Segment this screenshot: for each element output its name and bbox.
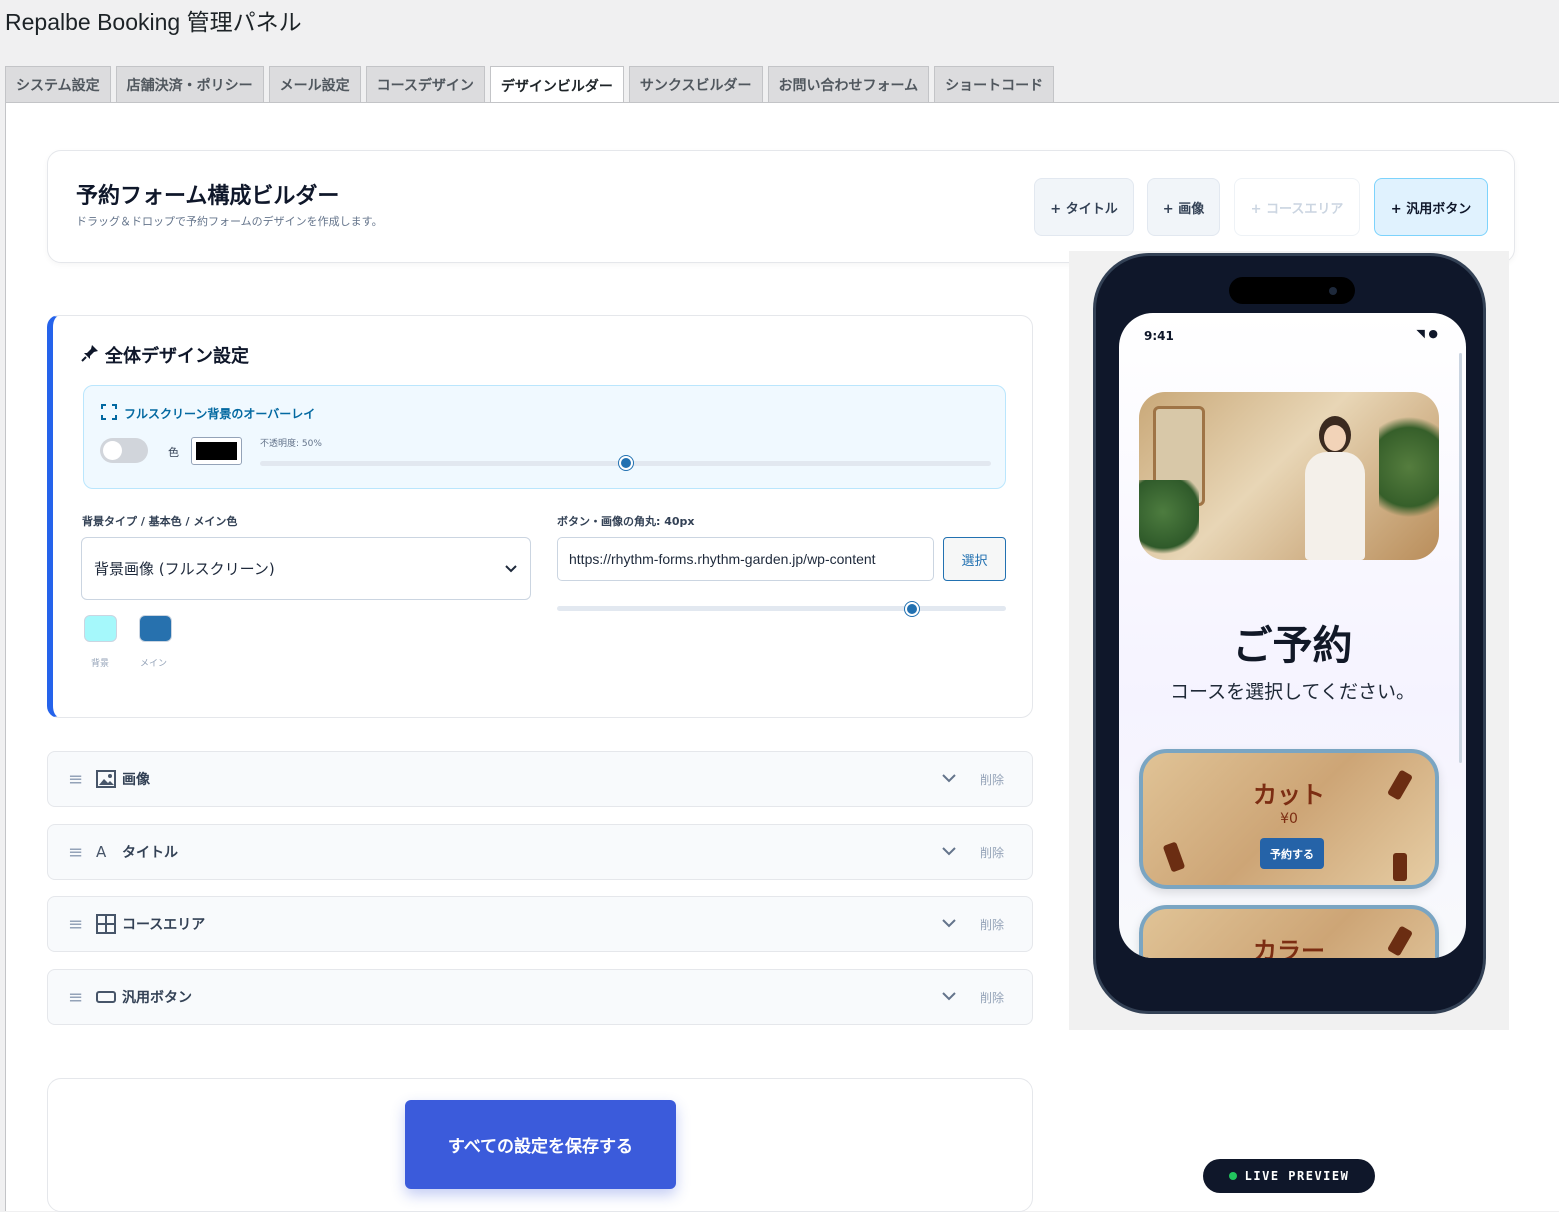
drag-handle-icon[interactable]: ≡ — [68, 987, 83, 1008]
bottle-shape — [1393, 853, 1407, 881]
block-label: タイトル — [122, 845, 178, 861]
tab-store-payment[interactable]: 店舗決済・ポリシー — [115, 66, 264, 103]
overlay-panel: フルスクリーン背景のオーバーレイ 色 不透明度: 50% — [83, 385, 1006, 489]
block-label: 汎用ボタン — [122, 990, 192, 1006]
overlay-color-label: 色 — [168, 446, 179, 459]
page-title: Repalbe Booking 管理パネル — [5, 9, 302, 35]
background-type-select[interactable]: 背景画像 (フルスクリーン) — [81, 537, 531, 600]
person-body — [1305, 452, 1365, 560]
background-type-value: 背景画像 (フルスクリーン) — [94, 560, 275, 578]
overlay-title-label: フルスクリーン背景のオーバーレイ — [124, 407, 316, 421]
chevron-down-icon — [504, 560, 518, 578]
add-generic-button[interactable]: + 汎用ボタン — [1374, 178, 1488, 236]
live-preview-badge: LIVE PREVIEW — [1203, 1159, 1375, 1193]
overlay-color-swatch — [196, 442, 237, 460]
course-price: ¥0 — [1280, 811, 1298, 827]
live-dot-icon — [1228, 1172, 1237, 1180]
opacity-slider-thumb[interactable] — [618, 456, 633, 470]
live-preview-label: LIVE PREVIEW — [1244, 1169, 1350, 1183]
text-icon: A — [96, 843, 107, 861]
radius-slider-track[interactable] — [557, 606, 1006, 611]
chevron-down-icon[interactable] — [941, 845, 957, 860]
drag-handle-icon[interactable]: ≡ — [68, 842, 83, 863]
course-card[interactable]: カラー — [1139, 905, 1439, 958]
bottle-shape — [1162, 841, 1186, 873]
booking-heading: ご予約 — [1232, 622, 1353, 669]
builder-title: 予約フォーム構成ビルダー — [76, 184, 340, 209]
global-design-settings: 全体デザイン設定 フルスクリーン背景のオーバーレイ 色 不透明度: 50% 背景… — [47, 315, 1033, 718]
design-settings-title: 全体デザイン設定 — [81, 342, 249, 368]
course-name: カラー — [1253, 937, 1325, 958]
course-name: カット — [1253, 781, 1325, 809]
drag-handle-icon[interactable]: ≡ — [68, 769, 83, 790]
tab-bar: システム設定 店舗決済・ポリシー メール設定 コースデザイン デザインビルダー … — [5, 66, 1055, 104]
save-area: すべての設定を保存する — [47, 1078, 1033, 1212]
tab-thanks-builder[interactable]: サンクスビルダー — [628, 66, 763, 103]
tab-mail[interactable]: メール設定 — [268, 66, 361, 103]
background-image-url-input[interactable]: https://rhythm-forms.rhythm-garden.jp/wp… — [557, 537, 934, 581]
signal-icon: ◥ — [1416, 327, 1425, 340]
course-card[interactable]: カット ¥0 予約する — [1139, 749, 1439, 889]
preview-scrollbar[interactable] — [1459, 353, 1462, 763]
block-row-title[interactable]: ≡ A タイトル 削除 — [47, 824, 1033, 880]
button-icon — [96, 991, 116, 1003]
image-icon — [96, 770, 116, 788]
delete-link[interactable]: 削除 — [980, 771, 1004, 788]
design-settings-label: 全体デザイン設定 — [105, 346, 249, 367]
tab-contact-form[interactable]: お問い合わせフォーム — [767, 66, 930, 103]
add-title-button[interactable]: + タイトル — [1034, 178, 1134, 236]
tab-course-design[interactable]: コースデザイン — [365, 66, 485, 103]
pin-icon — [81, 344, 99, 367]
plant-shape — [1379, 402, 1439, 532]
overlay-toggle[interactable] — [100, 438, 148, 463]
plant-shape — [1139, 480, 1199, 560]
opacity-label: 不透明度: 50% — [260, 439, 322, 449]
chevron-down-icon[interactable] — [941, 917, 957, 932]
hero-image — [1139, 392, 1439, 560]
phone-screen: 9:41 ◥ ● ご予約 コースを選択してください。 カット ¥0 予約する カ… — [1119, 313, 1466, 958]
chevron-down-icon[interactable] — [941, 990, 957, 1005]
radius-slider-thumb[interactable] — [904, 602, 919, 616]
main-color-label: メイン — [140, 659, 168, 669]
phone-frame: 9:41 ◥ ● ご予約 コースを選択してください。 カット ¥0 予約する カ… — [1093, 253, 1486, 1014]
select-image-button[interactable]: 選択 — [943, 537, 1006, 581]
block-row-course-area[interactable]: ≡ コースエリア 削除 — [47, 896, 1033, 952]
block-label: 画像 — [122, 772, 150, 788]
person-face — [1324, 425, 1346, 451]
tab-system[interactable]: システム設定 — [5, 66, 111, 103]
main-color-swatch[interactable] — [139, 615, 172, 642]
delete-link[interactable]: 削除 — [980, 844, 1004, 861]
overlay-color-picker[interactable] — [191, 437, 242, 465]
block-row-generic-button[interactable]: ≡ 汎用ボタン 削除 — [47, 969, 1033, 1025]
background-color-label: 背景 — [91, 659, 110, 669]
block-label: コースエリア — [122, 917, 206, 933]
add-image-button[interactable]: + 画像 — [1147, 178, 1220, 236]
booking-subheading: コースを選択してください。 — [1170, 681, 1415, 703]
grid-icon — [96, 914, 116, 934]
drag-handle-icon[interactable]: ≡ — [68, 914, 83, 935]
background-settings-label: 背景タイプ / 基本色 / メイン色 — [82, 515, 238, 528]
delete-link[interactable]: 削除 — [980, 916, 1004, 933]
builder-subtitle: ドラッグ＆ドロップで予約フォームのデザインを作成します。 — [76, 215, 383, 228]
dynamic-island — [1229, 277, 1355, 304]
delete-link[interactable]: 削除 — [980, 989, 1004, 1006]
battery-icon: ● — [1428, 327, 1438, 340]
overlay-title: フルスクリーン背景のオーバーレイ — [100, 403, 315, 424]
block-row-image[interactable]: ≡ 画像 削除 — [47, 751, 1033, 807]
add-course-area-button[interactable]: + コースエリア — [1234, 178, 1360, 236]
status-icons: ◥ ● — [1416, 327, 1438, 340]
builder-header: 予約フォーム構成ビルダー ドラッグ＆ドロップで予約フォームのデザインを作成します… — [47, 150, 1515, 263]
fullscreen-icon — [100, 403, 118, 424]
status-time: 9:41 — [1144, 329, 1174, 343]
save-all-button[interactable]: すべての設定を保存する — [405, 1100, 676, 1189]
background-color-swatch[interactable] — [84, 615, 117, 642]
corner-radius-label: ボタン・画像の角丸: 40px — [557, 515, 695, 528]
tab-design-builder[interactable]: デザインビルダー — [489, 66, 624, 104]
reserve-button[interactable]: 予約する — [1260, 838, 1324, 869]
chevron-down-icon[interactable] — [941, 772, 957, 787]
person-shape — [1299, 416, 1369, 560]
tab-shortcode[interactable]: ショートコード — [934, 66, 1055, 103]
